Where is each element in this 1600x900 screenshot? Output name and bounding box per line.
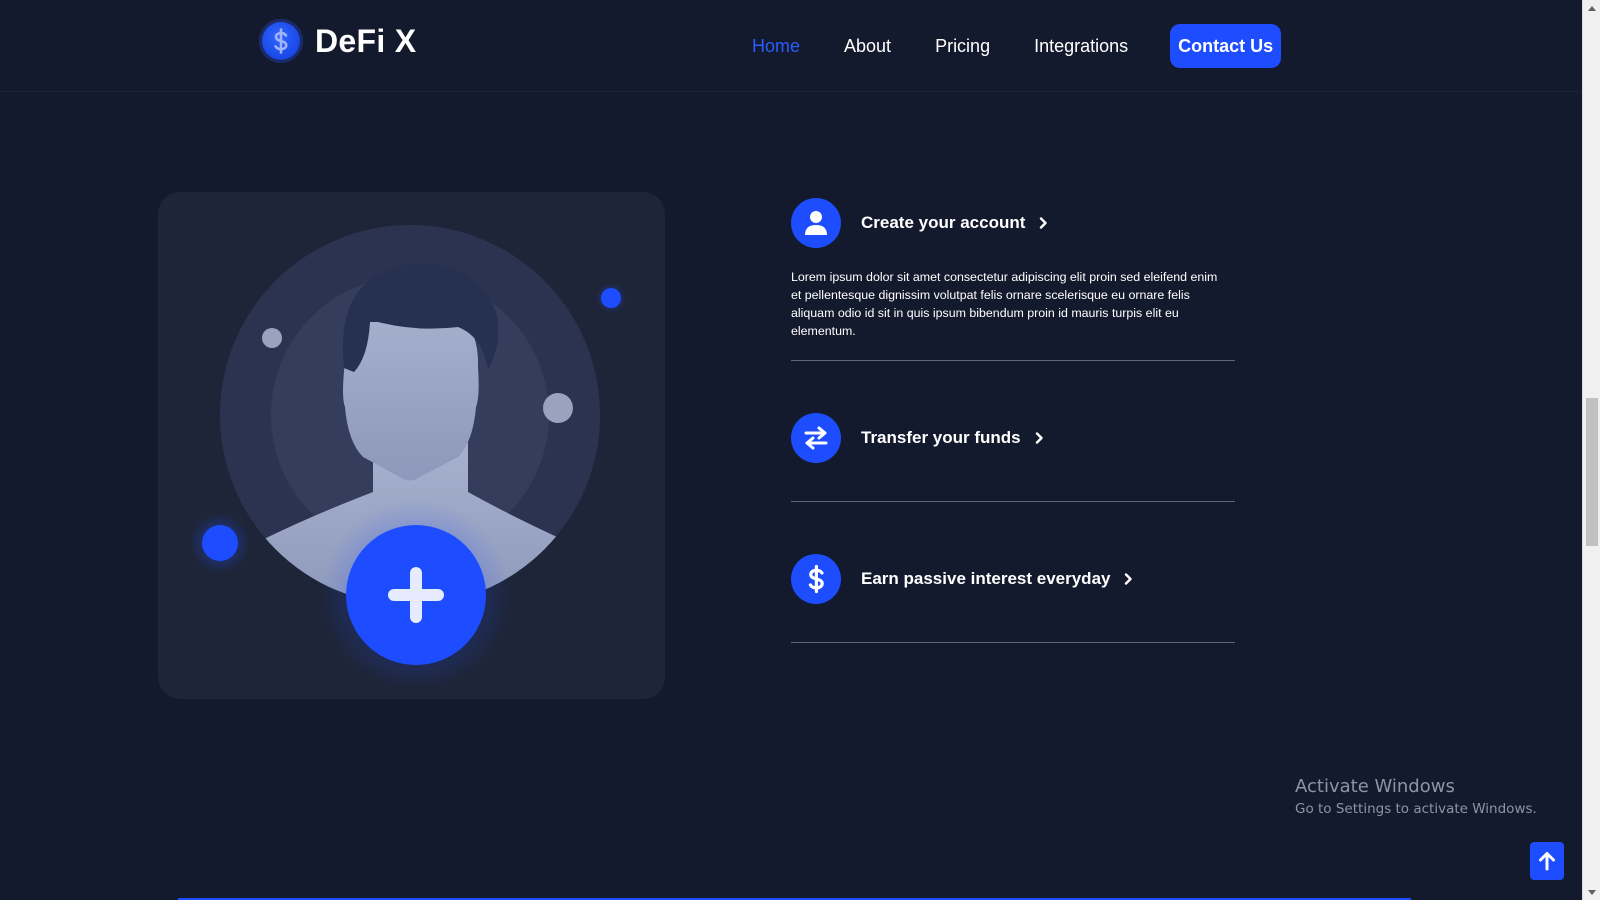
dot-grey-small (262, 328, 282, 348)
scroll-up-arrow-icon[interactable] (1583, 0, 1600, 16)
transfer-arrows-icon (791, 413, 841, 463)
user-icon (791, 198, 841, 248)
brand-logo[interactable]: DeFi X (259, 19, 416, 63)
step-description: Lorem ipsum dolor sit amet consectetur a… (791, 270, 1218, 338)
chevron-right-icon (1039, 217, 1048, 229)
scrollbar-thumb[interactable] (1586, 398, 1598, 546)
dot-blue-small (601, 288, 621, 308)
watermark-title: Activate Windows (1295, 776, 1455, 797)
nav-home[interactable]: Home (752, 24, 800, 68)
arrow-up-icon (1539, 852, 1555, 871)
chevron-right-icon (1035, 432, 1043, 444)
step-title: Create your account (861, 213, 1026, 232)
step-earn-interest[interactable]: Earn passive interest everyday (791, 554, 1235, 604)
scroll-down-arrow-icon[interactable] (1583, 884, 1600, 900)
step-title: Transfer your funds (861, 428, 1021, 447)
page-scrollbar[interactable] (1582, 0, 1600, 900)
nav-integrations[interactable]: Integrations (1034, 24, 1128, 68)
brand-name: DeFi X (315, 22, 417, 59)
step-transfer-funds[interactable]: Transfer your funds (791, 413, 1235, 463)
step-title: Earn passive interest everyday (861, 569, 1111, 588)
dot-blue-large (202, 525, 238, 561)
list-item: Earn passive interest everyday (791, 502, 1235, 643)
add-user-illustration (190, 225, 626, 690)
watermark-subtitle: Go to Settings to activate Windows. (1295, 801, 1537, 817)
site-header: DeFi X Home About Pricing Integrations C… (0, 0, 1582, 92)
list-item: Transfer your funds (791, 361, 1235, 502)
dollar-icon (259, 19, 303, 63)
list-item: Create your account Lorem ipsum dolor si… (791, 198, 1235, 361)
chevron-right-icon (1124, 573, 1133, 585)
illustration-card (158, 192, 665, 699)
nav-about[interactable]: About (844, 24, 891, 68)
steps-list: Create your account Lorem ipsum dolor si… (791, 198, 1235, 643)
main-nav: Home About Pricing Integrations Contact … (752, 24, 1282, 68)
dot-grey-large (543, 393, 573, 423)
windows-activation-watermark: Activate Windows Go to Settings to activ… (1295, 776, 1537, 817)
dollar-icon (791, 554, 841, 604)
contact-us-button[interactable]: Contact Us (1170, 24, 1282, 68)
nav-pricing[interactable]: Pricing (935, 24, 990, 68)
step-create-account[interactable]: Create your account (791, 198, 1235, 248)
back-to-top-button[interactable] (1530, 842, 1564, 880)
